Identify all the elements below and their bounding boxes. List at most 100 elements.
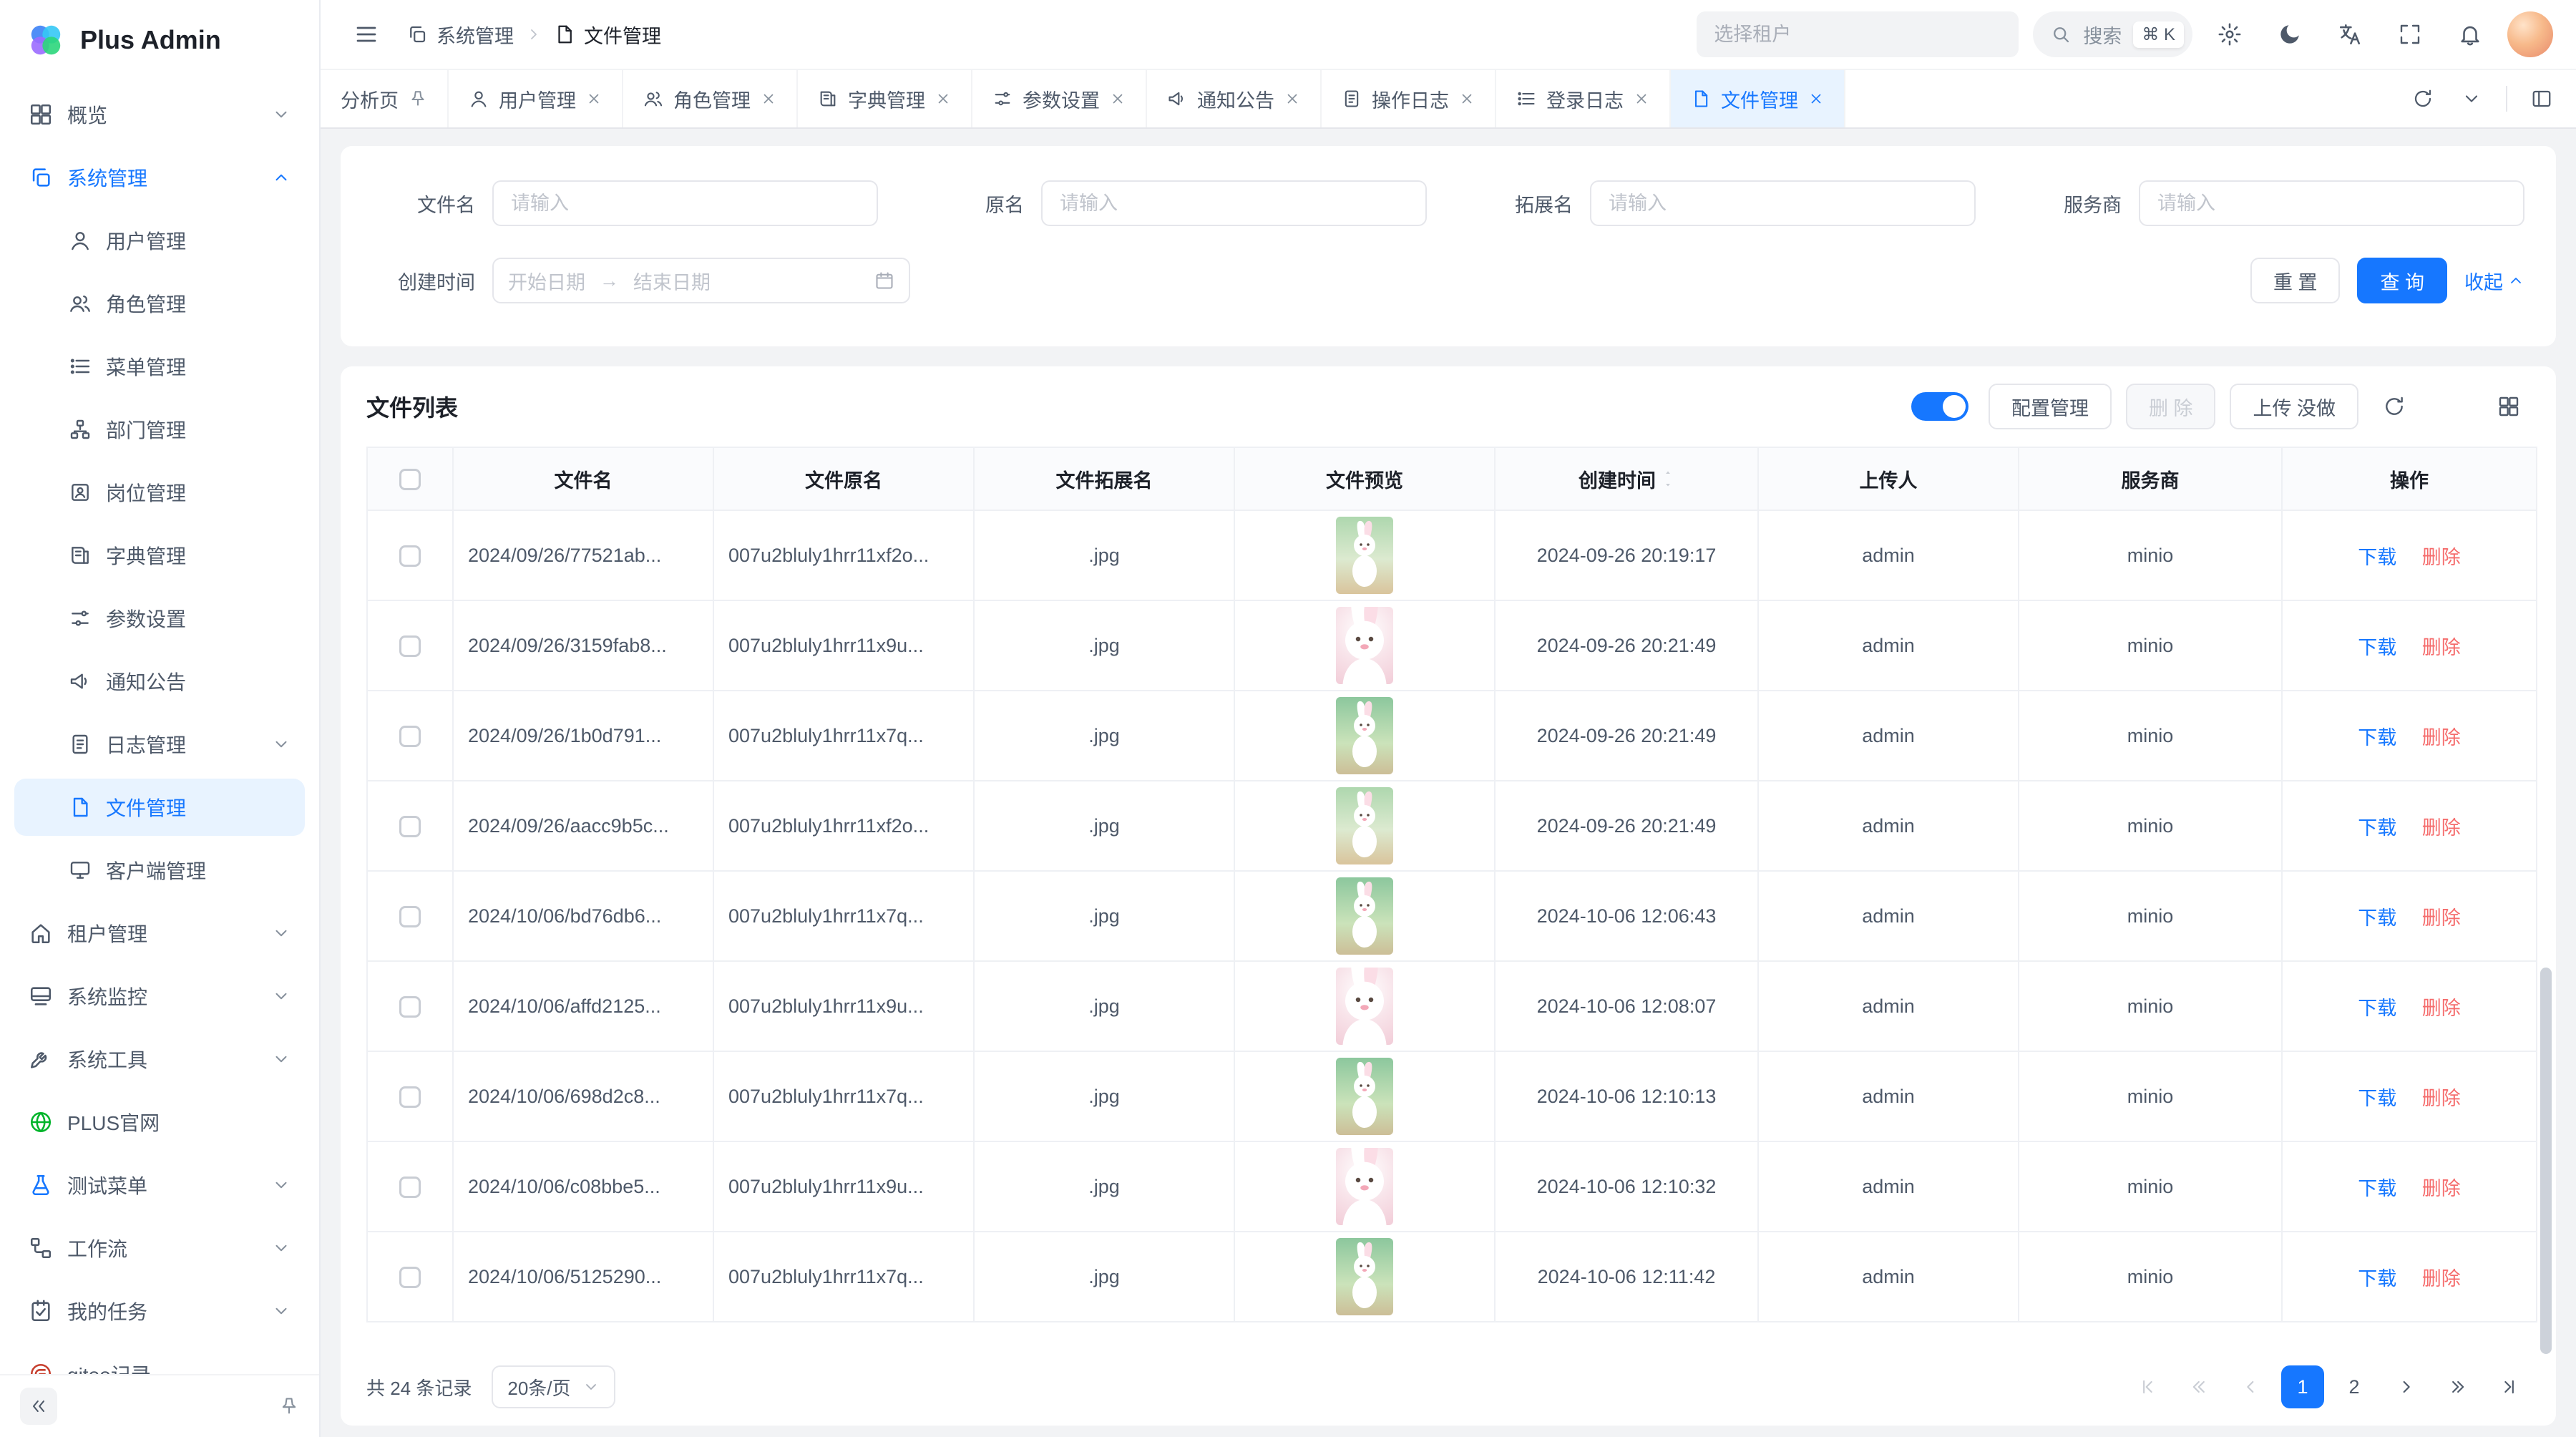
user-avatar[interactable]: [2507, 11, 2553, 57]
file-preview-thumbnail[interactable]: [1336, 1148, 1393, 1225]
column-header-created[interactable]: 创建时间: [1495, 447, 1758, 510]
column-header-uploader[interactable]: 上传人: [1758, 447, 2019, 510]
fullscreen-button[interactable]: [2387, 11, 2433, 57]
prev-page-button[interactable]: [2230, 1365, 2273, 1408]
file-preview-thumbnail[interactable]: [1336, 787, 1393, 864]
delete-link[interactable]: 删除: [2422, 1088, 2461, 1109]
delete-link[interactable]: 删除: [2422, 637, 2461, 658]
sidebar-item-parameters[interactable]: 参数设置: [14, 590, 305, 647]
global-search[interactable]: 搜索 ⌘ K: [2033, 11, 2192, 57]
download-link[interactable]: 下载: [2358, 727, 2396, 749]
row-checkbox[interactable]: [399, 726, 421, 747]
collapse-filters-link[interactable]: 收起: [2464, 267, 2524, 295]
page-size-select[interactable]: 20条/页: [492, 1365, 615, 1408]
file-preview-thumbnail[interactable]: [1336, 1238, 1393, 1315]
tab-dictionary[interactable]: 字典管理: [798, 70, 972, 127]
sidebar-item-system[interactable]: 系统管理: [14, 149, 305, 206]
next-page-button[interactable]: [2384, 1365, 2427, 1408]
notifications-button[interactable]: [2447, 11, 2493, 57]
tab-login-log[interactable]: 登录日志: [1496, 70, 1671, 127]
tab-files[interactable]: 文件管理: [1671, 70, 1845, 127]
file-preview-thumbnail[interactable]: [1336, 877, 1393, 955]
column-header-actions[interactable]: 操作: [2282, 447, 2537, 510]
tab-notices[interactable]: 通知公告: [1147, 70, 1322, 127]
row-checkbox[interactable]: [399, 996, 421, 1018]
page-1-button[interactable]: 1: [2281, 1365, 2324, 1408]
delete-link[interactable]: 删除: [2422, 998, 2461, 1019]
provider-input[interactable]: [2139, 180, 2524, 226]
download-link[interactable]: 下载: [2358, 907, 2396, 929]
sidebar-item-dictionary[interactable]: 字典管理: [14, 527, 305, 584]
download-link[interactable]: 下载: [2358, 1178, 2396, 1199]
theme-toggle-button[interactable]: [2267, 11, 2313, 57]
sidebar-item-gitee[interactable]: gitee记录: [14, 1345, 305, 1374]
close-icon[interactable]: [761, 91, 776, 107]
sort-icons[interactable]: [1662, 469, 1674, 489]
sidebar-item-menus[interactable]: 菜单管理: [14, 338, 305, 395]
config-management-button[interactable]: 配置管理: [1989, 384, 2112, 429]
column-header-file-name[interactable]: 文件名: [453, 447, 713, 510]
sidebar-item-my-tasks[interactable]: 我的任务: [14, 1282, 305, 1340]
row-checkbox[interactable]: [399, 635, 421, 657]
table-scrollbar[interactable]: [2540, 968, 2552, 1354]
sidebar-item-tenants[interactable]: 租户管理: [14, 905, 305, 962]
close-icon[interactable]: [1459, 91, 1475, 107]
last-page-button[interactable]: [2487, 1365, 2530, 1408]
row-checkbox[interactable]: [399, 906, 421, 927]
query-button[interactable]: 查 询: [2357, 258, 2447, 303]
sidebar-item-files[interactable]: 文件管理: [14, 779, 305, 836]
close-icon[interactable]: [586, 91, 602, 107]
tab-operation-log[interactable]: 操作日志: [1322, 70, 1496, 127]
batch-delete-button[interactable]: 删 除: [2126, 384, 2216, 429]
column-header-preview[interactable]: 文件预览: [1234, 447, 1495, 510]
sidebar-item-notices[interactable]: 通知公告: [14, 653, 305, 710]
sidebar-item-roles[interactable]: 角色管理: [14, 275, 305, 332]
tab-analysis[interactable]: 分析页: [321, 70, 449, 127]
prev-pages-button[interactable]: [2178, 1365, 2221, 1408]
column-settings-button[interactable]: [2487, 385, 2530, 428]
download-link[interactable]: 下载: [2358, 817, 2396, 839]
row-checkbox[interactable]: [399, 545, 421, 567]
tab-roles[interactable]: 角色管理: [623, 70, 798, 127]
download-link[interactable]: 下载: [2358, 547, 2396, 568]
delete-link[interactable]: 删除: [2422, 817, 2461, 839]
file-preview-thumbnail[interactable]: [1336, 1058, 1393, 1135]
tenant-select[interactable]: [1697, 11, 2019, 57]
sidebar-item-tools[interactable]: 系统工具: [14, 1031, 305, 1088]
tabs-menu-button[interactable]: [2449, 76, 2494, 122]
file-preview-thumbnail[interactable]: [1336, 968, 1393, 1045]
download-link[interactable]: 下载: [2358, 998, 2396, 1019]
row-checkbox[interactable]: [399, 1267, 421, 1288]
download-link[interactable]: 下载: [2358, 637, 2396, 658]
download-link[interactable]: 下载: [2358, 1088, 2396, 1109]
page-2-button[interactable]: 2: [2333, 1365, 2376, 1408]
language-button[interactable]: [2327, 11, 2373, 57]
date-range-input[interactable]: 开始日期 → 结束日期: [492, 258, 910, 303]
sidebar-item-monitor[interactable]: 系统监控: [14, 968, 305, 1025]
sidebar-item-users[interactable]: 用户管理: [14, 212, 305, 269]
settings-button[interactable]: [2207, 11, 2253, 57]
select-all-checkbox[interactable]: [399, 469, 421, 490]
sidebar-item-overview[interactable]: 概览: [14, 86, 305, 143]
close-icon[interactable]: [1808, 91, 1824, 107]
next-pages-button[interactable]: [2436, 1365, 2479, 1408]
pin-icon[interactable]: [409, 89, 427, 108]
file-preview-thumbnail[interactable]: [1336, 697, 1393, 774]
origin-name-input[interactable]: [1041, 180, 1427, 226]
reset-button[interactable]: 重 置: [2250, 258, 2341, 303]
file-name-input[interactable]: [492, 180, 878, 226]
delete-link[interactable]: 删除: [2422, 907, 2461, 929]
table-fullscreen-button[interactable]: [2430, 385, 2473, 428]
close-icon[interactable]: [1634, 91, 1649, 107]
file-preview-thumbnail[interactable]: [1336, 517, 1393, 594]
close-icon[interactable]: [1284, 91, 1300, 107]
column-header-extension[interactable]: 文件拓展名: [974, 447, 1234, 510]
column-header-provider[interactable]: 服务商: [2019, 447, 2282, 510]
delete-link[interactable]: 删除: [2422, 727, 2461, 749]
file-preview-thumbnail[interactable]: [1336, 607, 1393, 684]
sidebar-pin-icon[interactable]: [279, 1396, 299, 1416]
sidebar-collapse-button[interactable]: [20, 1388, 57, 1425]
sidebar-item-plus-site[interactable]: PLUS官网: [14, 1093, 305, 1151]
delete-link[interactable]: 删除: [2422, 1268, 2461, 1290]
sidebar-item-clients[interactable]: 客户端管理: [14, 842, 305, 899]
